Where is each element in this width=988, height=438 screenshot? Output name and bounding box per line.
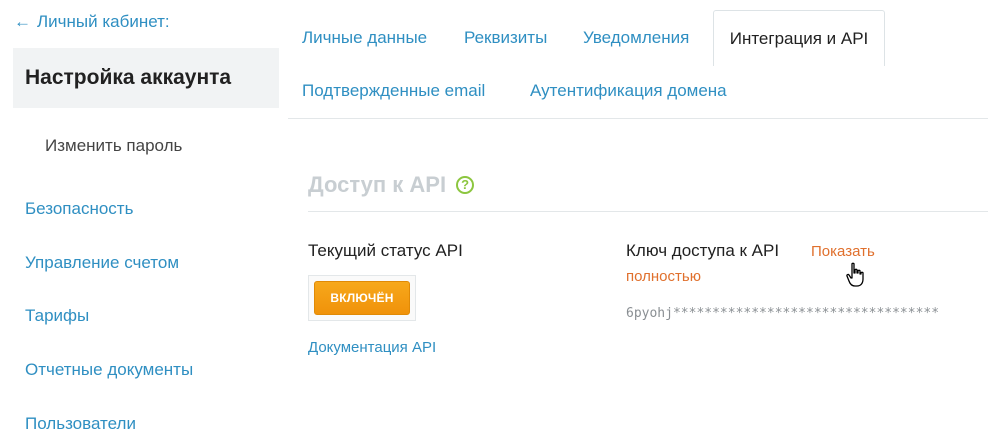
- sidebar-subitem-change-password[interactable]: Изменить пароль: [45, 136, 182, 156]
- sidebar-item-reports[interactable]: Отчетные документы: [25, 360, 193, 380]
- tab-domain-authentication[interactable]: Аутентификация домена: [530, 81, 727, 101]
- tab-notifications[interactable]: Уведомления: [583, 28, 689, 48]
- back-link-label: Личный кабинет:: [37, 12, 170, 31]
- api-status-toggle-wrapper: ВКЛЮЧЁН: [308, 275, 416, 321]
- tabs-divider: [288, 118, 988, 119]
- settings-tabs: Личные данные Реквизиты Уведомления Инте…: [288, 0, 988, 120]
- hand-cursor-icon: [846, 262, 864, 287]
- section-divider: [308, 211, 988, 212]
- sidebar-item-account-settings[interactable]: Настройка аккаунта: [13, 48, 279, 108]
- api-key-label: Ключ доступа к API: [626, 241, 780, 260]
- api-key-value: 6pyohj**********************************: [626, 306, 940, 321]
- sidebar-item-security[interactable]: Безопасность: [25, 199, 133, 219]
- section-title-text: Доступ к API: [308, 172, 447, 197]
- arrow-left-icon: ←: [14, 12, 31, 31]
- back-link[interactable]: ← Личный кабинет:: [14, 12, 170, 32]
- section-title: Доступ к API ?: [308, 172, 475, 198]
- api-docs-link[interactable]: Документация API: [308, 339, 436, 356]
- sidebar-item-billing[interactable]: Управление счетом: [25, 253, 179, 273]
- sidebar-item-users[interactable]: Пользователи: [25, 414, 136, 434]
- sidebar-active-label: Настройка аккаунта: [25, 66, 232, 89]
- show-full-key-link[interactable]: Показать: [811, 243, 875, 260]
- api-status-button[interactable]: ВКЛЮЧЁН: [314, 281, 410, 315]
- tab-integration-api[interactable]: Интеграция и API: [713, 10, 885, 66]
- tab-confirmed-emails[interactable]: Подтвержденные email: [302, 81, 485, 101]
- show-full-key-link-continuation[interactable]: полностью: [626, 268, 701, 285]
- sidebar: ← Личный кабинет: Настройка аккаунта Изме…: [0, 0, 288, 438]
- tab-personal-data[interactable]: Личные данные: [302, 28, 427, 48]
- api-status-label: Текущий статус API: [308, 241, 463, 260]
- sidebar-item-tariffs[interactable]: Тарифы: [25, 306, 89, 326]
- account-settings-page: ← Личный кабинет: Настройка аккаунта Изме…: [0, 0, 988, 438]
- tab-requisites[interactable]: Реквизиты: [464, 28, 547, 48]
- question-circle-icon[interactable]: ?: [456, 176, 475, 194]
